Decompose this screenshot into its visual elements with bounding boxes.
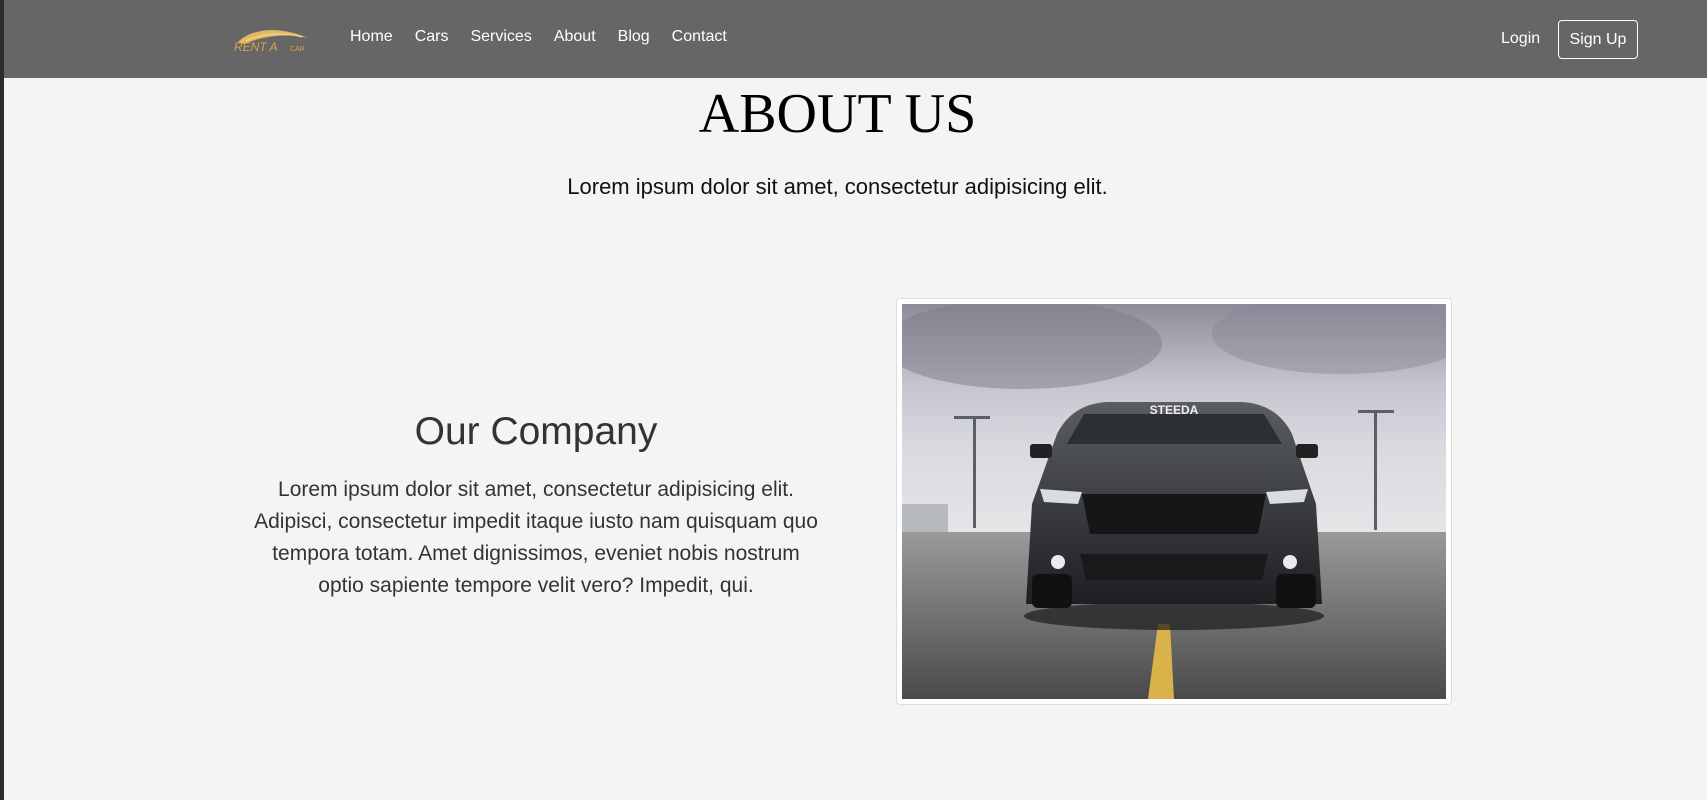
- windshield-text: STEEDA: [1150, 403, 1199, 417]
- page-subtitle: Lorem ipsum dolor sit amet, consectetur …: [567, 174, 1108, 199]
- nav-link-about[interactable]: About: [554, 28, 596, 46]
- car-photo: STEEDA: [896, 298, 1452, 705]
- logo-text: RENT A: [234, 40, 278, 54]
- signup-button[interactable]: Sign Up: [1558, 20, 1638, 59]
- company-description: Lorem ipsum dolor sit amet, consectetur …: [254, 478, 818, 597]
- logo-text-small: CAR: [290, 46, 305, 53]
- nav-links: Home Cars Services About Blog Contact: [350, 28, 727, 46]
- car-image: STEEDA: [902, 304, 1446, 699]
- login-link[interactable]: Login: [1501, 30, 1540, 48]
- navbar: RENT A CAR Home Cars Services About Blog…: [4, 0, 1707, 78]
- rent-a-car-logo[interactable]: RENT A CAR: [232, 22, 316, 56]
- nav-link-cars[interactable]: Cars: [415, 28, 449, 46]
- page-title: ABOUT US: [698, 83, 977, 145]
- company-section: Our Company Lorem ipsum dolor sit amet, …: [246, 410, 826, 602]
- nav-link-contact[interactable]: Contact: [672, 28, 727, 46]
- nav-link-services[interactable]: Services: [470, 28, 531, 46]
- company-heading: Our Company: [414, 410, 658, 453]
- nav-link-blog[interactable]: Blog: [618, 28, 650, 46]
- nav-link-home[interactable]: Home: [350, 28, 393, 46]
